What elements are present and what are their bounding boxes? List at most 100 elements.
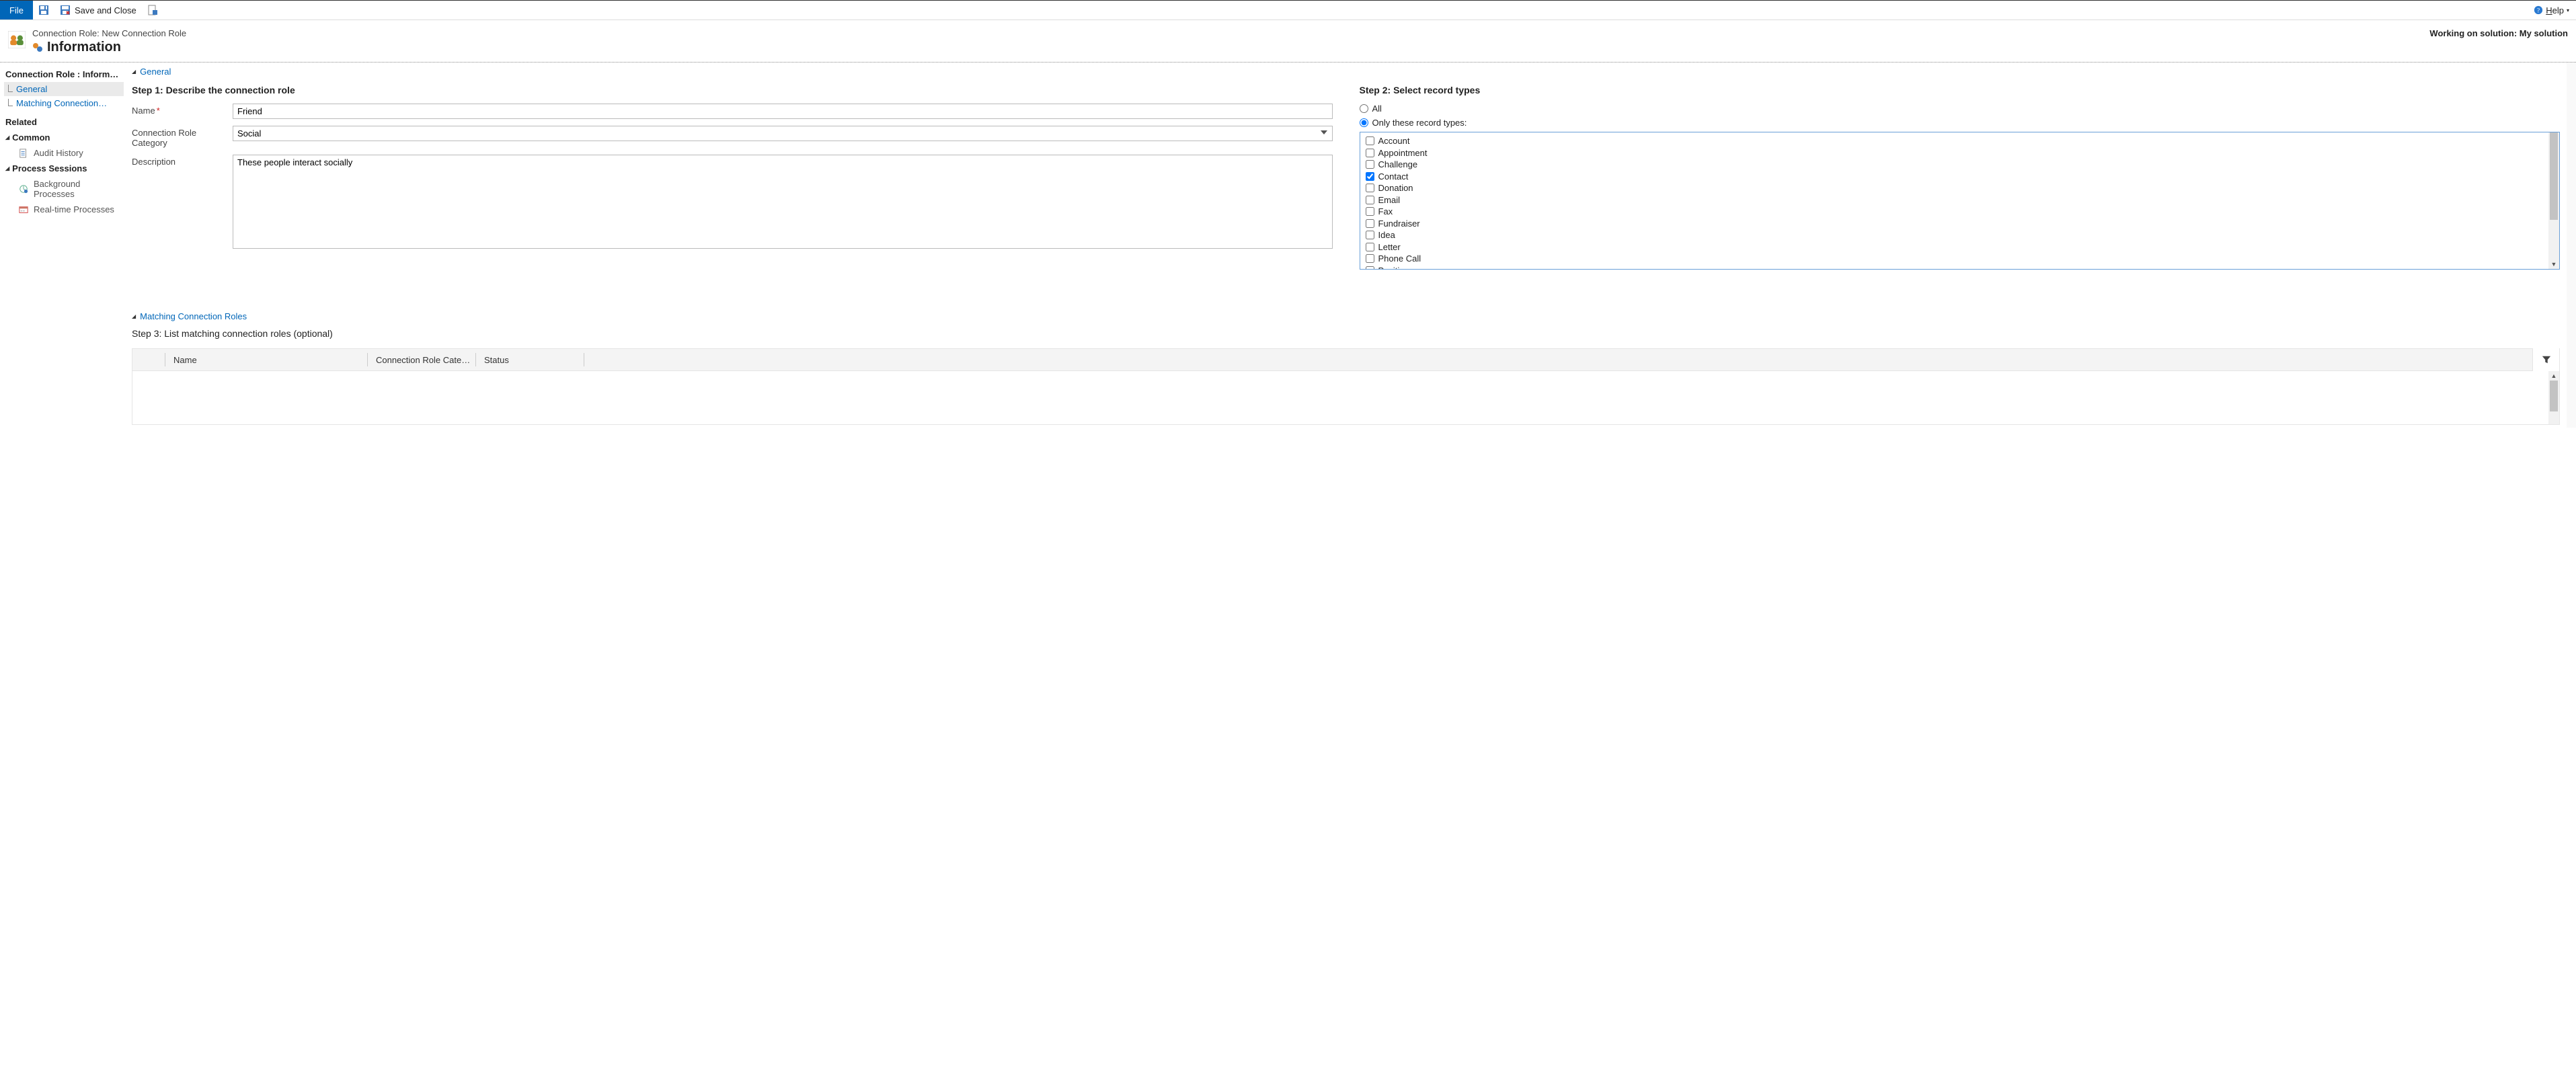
radio-only-input[interactable] xyxy=(1360,118,1368,127)
category-label: Connection Role Category xyxy=(132,126,233,148)
save-and-close-button[interactable]: Save and Close xyxy=(54,1,142,19)
nav-tree-item[interactable]: Matching Connection… xyxy=(4,96,124,110)
record-type-checkbox[interactable] xyxy=(1366,266,1374,269)
right-gutter xyxy=(2567,63,2576,428)
info-icon xyxy=(32,42,43,53)
nav-group-header[interactable]: Common xyxy=(4,130,124,145)
scroll-thumb[interactable] xyxy=(2550,132,2558,220)
record-type-item[interactable]: Email xyxy=(1366,194,2544,206)
record-type-item[interactable]: Contact xyxy=(1366,171,2544,183)
svg-text:?: ? xyxy=(2537,7,2540,15)
general-columns: Step 1: Describe the connection role Nam… xyxy=(132,85,2560,270)
save-and-close-label: Save and Close xyxy=(75,5,136,15)
help-label: Help xyxy=(2546,5,2564,15)
radio-all-input[interactable] xyxy=(1360,104,1368,113)
record-type-label: Email xyxy=(1378,194,1401,206)
solution-context: Working on solution: My solution xyxy=(2429,28,2568,38)
record-type-checkbox[interactable] xyxy=(1366,207,1374,216)
column-category[interactable]: Connection Role Cate… xyxy=(368,349,475,370)
name-input[interactable] xyxy=(233,104,1333,119)
radio-only-label: Only these record types: xyxy=(1372,118,1467,128)
nav-root: Connection Role : Inform… xyxy=(4,67,124,82)
record-type-checkbox[interactable] xyxy=(1366,136,1374,145)
record-type-checkbox[interactable] xyxy=(1366,196,1374,204)
record-type-checkbox[interactable] xyxy=(1366,254,1374,263)
table-scrollbar[interactable]: ▲ xyxy=(2548,371,2559,424)
column-name[interactable]: Name xyxy=(165,349,367,370)
toolbar: File Save and Close ? Help ▾ xyxy=(0,0,2576,20)
record-type-checkbox[interactable] xyxy=(1366,219,1374,228)
table-empty-area xyxy=(132,371,2548,424)
record-type-label: Fundraiser xyxy=(1378,218,1420,230)
record-type-item[interactable]: Challenge xyxy=(1366,159,2544,171)
scroll-down-icon[interactable]: ▼ xyxy=(2551,260,2557,269)
record-type-checkbox[interactable] xyxy=(1366,243,1374,251)
scroll-up-icon[interactable]: ▲ xyxy=(2551,371,2557,381)
nav-tree-item[interactable]: General xyxy=(4,82,124,96)
save-button[interactable] xyxy=(33,1,54,19)
section-general-header[interactable]: General xyxy=(132,65,2560,78)
record-type-label: Appointment xyxy=(1378,147,1428,159)
name-label: Name* xyxy=(132,104,233,116)
section-matching-header[interactable]: Matching Connection Roles xyxy=(132,310,2560,323)
record-scrollbar[interactable]: ▼ xyxy=(2548,132,2559,269)
breadcrumb: Connection Role: New Connection Role xyxy=(32,28,186,38)
record-type-label: Donation xyxy=(1378,182,1413,194)
left-nav: Connection Role : Inform… GeneralMatchin… xyxy=(0,63,128,428)
radio-only[interactable]: Only these record types: xyxy=(1360,118,2561,128)
record-type-checkbox[interactable] xyxy=(1366,149,1374,157)
page-action-button[interactable] xyxy=(142,1,163,19)
filter-button[interactable] xyxy=(2532,348,2559,371)
record-type-label: Letter xyxy=(1378,241,1401,253)
body: Connection Role : Inform… GeneralMatchin… xyxy=(0,63,2576,428)
step1-column: Step 1: Describe the connection role Nam… xyxy=(132,85,1333,270)
record-type-label: Account xyxy=(1378,135,1410,147)
column-checkbox[interactable] xyxy=(132,349,165,370)
nav-related-header: Related xyxy=(4,110,124,130)
record-type-item[interactable]: Letter xyxy=(1366,241,2544,253)
content-area: General Step 1: Describe the connection … xyxy=(128,63,2567,428)
record-types-box: AccountAppointmentChallengeContactDonati… xyxy=(1360,132,2561,270)
record-type-item[interactable]: Fundraiser xyxy=(1366,218,2544,230)
step3-title: Step 3: List matching connection roles (… xyxy=(132,328,2560,339)
record-type-item[interactable]: Donation xyxy=(1366,182,2544,194)
record-types-list[interactable]: AccountAppointmentChallengeContactDonati… xyxy=(1360,132,2549,269)
record-type-item[interactable]: Idea xyxy=(1366,229,2544,241)
record-type-item[interactable]: Fax xyxy=(1366,206,2544,218)
funnel-icon xyxy=(2542,355,2551,364)
description-input[interactable] xyxy=(233,155,1333,249)
column-status[interactable]: Status xyxy=(476,349,584,370)
page-title: Information xyxy=(47,40,121,55)
record-type-label: Contact xyxy=(1378,171,1409,183)
radio-all-label: All xyxy=(1372,104,1382,114)
nav-link[interactable]: Background Processes xyxy=(4,176,124,202)
record-type-checkbox[interactable] xyxy=(1366,172,1374,181)
file-menu-button[interactable]: File xyxy=(0,1,33,19)
record-type-checkbox[interactable] xyxy=(1366,184,1374,192)
record-type-item[interactable]: Account xyxy=(1366,135,2544,147)
record-type-item[interactable]: Position xyxy=(1366,265,2544,270)
category-value[interactable] xyxy=(233,126,1333,141)
record-type-checkbox[interactable] xyxy=(1366,160,1374,169)
save-close-icon xyxy=(60,5,71,15)
record-type-label: Position xyxy=(1378,265,1409,270)
nav-link[interactable]: Real-time Processes xyxy=(4,202,124,217)
radio-all[interactable]: All xyxy=(1360,104,2561,114)
record-type-item[interactable]: Phone Call xyxy=(1366,253,2544,265)
section-matching-title: Matching Connection Roles xyxy=(140,311,247,321)
help-button[interactable]: ? Help ▾ xyxy=(2527,1,2576,19)
record-type-label: Idea xyxy=(1378,229,1395,241)
entity-icon xyxy=(8,31,26,48)
help-dropdown-icon: ▾ xyxy=(2567,7,2569,13)
step1-title: Step 1: Describe the connection role xyxy=(132,85,1333,95)
table-body: ▲ xyxy=(132,371,2560,425)
save-icon xyxy=(38,5,49,15)
nav-group-header[interactable]: Process Sessions xyxy=(4,161,124,176)
table-header: Name Connection Role Cate… Status xyxy=(132,348,2560,371)
nav-link[interactable]: Audit History xyxy=(4,145,124,161)
record-type-checkbox[interactable] xyxy=(1366,231,1374,239)
scroll-thumb[interactable] xyxy=(2550,381,2558,411)
step2-title: Step 2: Select record types xyxy=(1360,85,2561,95)
category-select[interactable] xyxy=(233,126,1333,141)
record-type-item[interactable]: Appointment xyxy=(1366,147,2544,159)
